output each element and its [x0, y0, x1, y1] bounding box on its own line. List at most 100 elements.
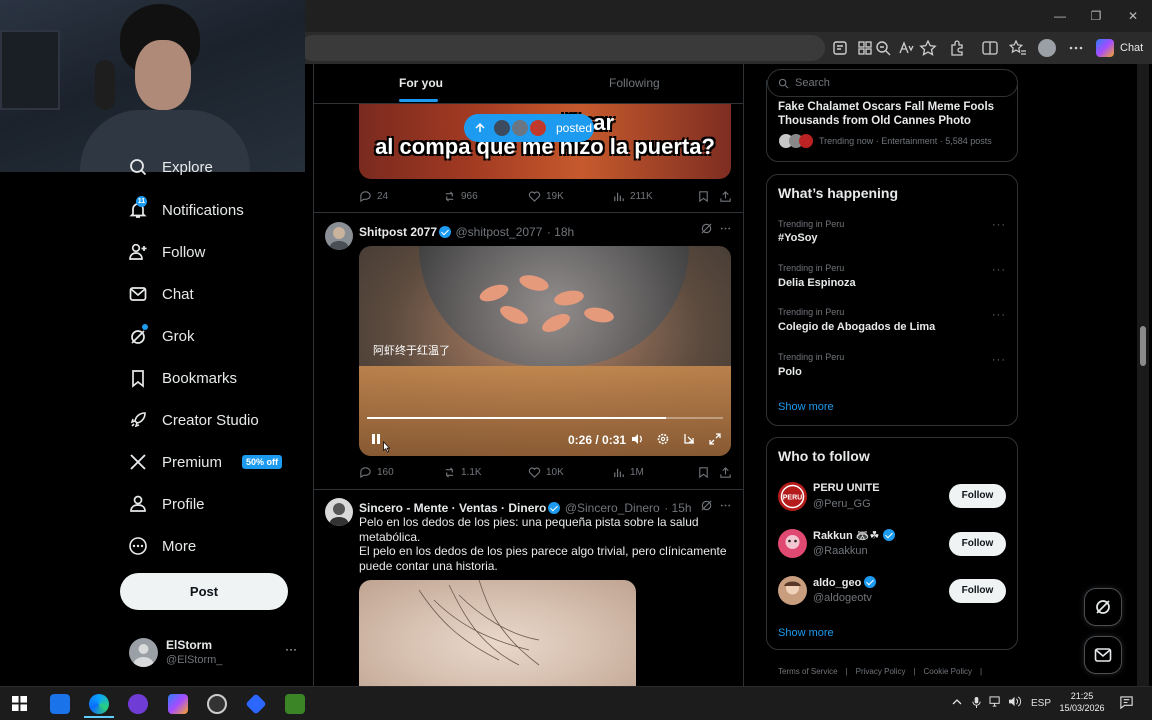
account-menu-button[interactable]: ··· [285, 642, 297, 656]
notification-center-icon[interactable] [1119, 695, 1134, 710]
trend-name[interactable]: Polo [778, 366, 802, 378]
trend-name[interactable]: Colegio de Abogados de Lima [778, 321, 935, 333]
grok-analyze-icon[interactable] [700, 222, 713, 235]
author-handle[interactable]: @shitpost_2077 [455, 225, 542, 239]
microphone-icon[interactable] [971, 696, 982, 709]
bookmark-post-button[interactable] [697, 190, 710, 203]
fullscreen-icon[interactable] [708, 432, 722, 446]
trend-name[interactable]: Delia Espinoza [778, 277, 856, 289]
messages-floating-button[interactable] [1084, 636, 1122, 674]
scrollbar-thumb[interactable] [1140, 326, 1146, 366]
account-name[interactable]: aldo_geo [813, 576, 877, 589]
account-avatar[interactable] [778, 529, 807, 558]
sidebar-item-profile[interactable]: Profile [128, 491, 205, 517]
trend-name[interactable]: #YoSoy [778, 232, 818, 244]
account-name[interactable]: Rakkun 🦝☘ [813, 529, 896, 542]
restore-button[interactable]: ❐ [1086, 6, 1106, 26]
minimize-button[interactable]: — [1050, 6, 1070, 26]
author-name[interactable]: Sincero - Mente · Ventas · Dinero [359, 501, 546, 515]
new-posts-pill[interactable]: posted [464, 114, 594, 142]
post-more-icon[interactable] [719, 499, 732, 512]
system-clock[interactable]: 21:25 15/03/2026 [1058, 690, 1106, 714]
trend-more-icon[interactable]: ··· [992, 219, 1006, 231]
like-button[interactable]: 10K [528, 466, 564, 479]
sidebar-item-premium[interactable]: Premium 50% off [128, 449, 283, 475]
page-scrollbar[interactable] [1137, 64, 1149, 686]
close-button[interactable]: ✕ [1123, 6, 1143, 26]
edge-browser-icon[interactable] [89, 694, 109, 714]
sidebar-item-chat[interactable]: Chat [128, 281, 194, 307]
split-screen-icon[interactable] [980, 38, 1000, 58]
account-name[interactable]: PERU UNITE [813, 482, 880, 494]
sidebar-item-follow[interactable]: Follow [128, 239, 205, 265]
top-trend-title[interactable]: Fake Chalamet Oscars Fall Meme Fools Tho… [778, 100, 1008, 128]
input-language[interactable]: ESP [1031, 698, 1051, 709]
obs-app-icon[interactable] [128, 694, 148, 714]
post-button[interactable]: Post [120, 573, 288, 610]
minecraft-app-icon[interactable] [285, 694, 305, 714]
favorites-list-icon[interactable] [1008, 38, 1028, 58]
author-avatar[interactable] [325, 222, 353, 250]
sidebar-item-bookmarks[interactable]: Bookmarks [128, 365, 237, 391]
grok-analyze-icon[interactable] [700, 499, 713, 512]
copilot-app-icon[interactable] [168, 694, 188, 714]
like-button[interactable]: 19K [528, 190, 564, 203]
share-button[interactable] [719, 190, 732, 203]
views-button[interactable]: 211K [612, 190, 653, 203]
tab-for-you[interactable]: For you [399, 76, 443, 90]
account-avatar[interactable] [778, 576, 807, 605]
sidebar-item-notifications[interactable]: 11 Notifications [128, 196, 244, 223]
favorite-star-icon[interactable] [918, 38, 938, 58]
trend-more-icon[interactable]: ··· [992, 354, 1006, 366]
copilot-chat-button[interactable]: Chat [1096, 38, 1143, 58]
grok-floating-button[interactable] [1084, 588, 1122, 626]
terms-link[interactable]: Terms of Service [778, 667, 838, 676]
capture-app-icon[interactable] [207, 694, 227, 714]
user-avatar[interactable] [129, 638, 158, 667]
follow-button[interactable]: Follow [949, 532, 1006, 556]
cookie-link[interactable]: Cookie Policy [924, 667, 972, 676]
apps-icon[interactable] [855, 38, 875, 58]
account-avatar[interactable]: PERU [778, 482, 807, 511]
address-bar[interactable] [300, 35, 825, 61]
trend-more-icon[interactable]: ··· [992, 264, 1006, 276]
text-size-icon[interactable] [896, 38, 916, 58]
extensions-icon[interactable] [947, 38, 967, 58]
author-name[interactable]: Shitpost 2077 [359, 225, 437, 239]
reply-button[interactable]: 160 [359, 466, 394, 479]
tray-chevron-icon[interactable] [951, 696, 963, 708]
follow-button[interactable]: Follow [949, 484, 1006, 508]
sidebar-item-grok[interactable]: Grok [128, 323, 195, 349]
windows-start-icon[interactable] [12, 696, 27, 711]
follow-button[interactable]: Follow [949, 579, 1006, 603]
tab-following[interactable]: Following [609, 76, 660, 90]
post-more-icon[interactable] [719, 222, 732, 235]
trend-more-icon[interactable]: ··· [992, 309, 1006, 321]
volume-icon[interactable] [630, 432, 644, 446]
volume-icon[interactable] [1008, 696, 1021, 707]
repost-button[interactable]: 1.1K [443, 466, 482, 479]
outlook-app-icon[interactable] [50, 694, 70, 714]
privacy-link[interactable]: Privacy Policy [856, 667, 906, 676]
author-avatar[interactable] [325, 498, 353, 526]
sidebar-item-more[interactable]: More [128, 533, 196, 559]
post-image[interactable] [359, 580, 636, 686]
show-more-trends-link[interactable]: Show more [778, 401, 834, 413]
menu-dots-icon[interactable] [1066, 38, 1086, 58]
repost-button[interactable]: 966 [443, 190, 478, 203]
network-icon[interactable] [989, 696, 1002, 707]
zoom-icon[interactable] [873, 38, 893, 58]
show-more-follow-link[interactable]: Show more [778, 627, 834, 639]
author-handle[interactable]: @Sincero_Dinero [565, 501, 660, 515]
views-button[interactable]: 1M [612, 466, 644, 479]
read-aloud-icon[interactable] [830, 38, 850, 58]
picture-in-picture-icon[interactable] [682, 432, 696, 446]
bookmark-post-button[interactable] [697, 466, 710, 479]
video-player[interactable]: 阿虾终于红温了 0:26 / 0:31 [359, 246, 731, 456]
sidebar-item-explore[interactable]: Explore [128, 159, 213, 175]
share-button[interactable] [719, 466, 732, 479]
sidebar-item-creator-studio[interactable]: Creator Studio [128, 407, 259, 433]
profile-avatar-icon[interactable] [1038, 39, 1056, 57]
settings-gear-icon[interactable] [656, 432, 670, 446]
reply-button[interactable]: 24 [359, 190, 388, 203]
